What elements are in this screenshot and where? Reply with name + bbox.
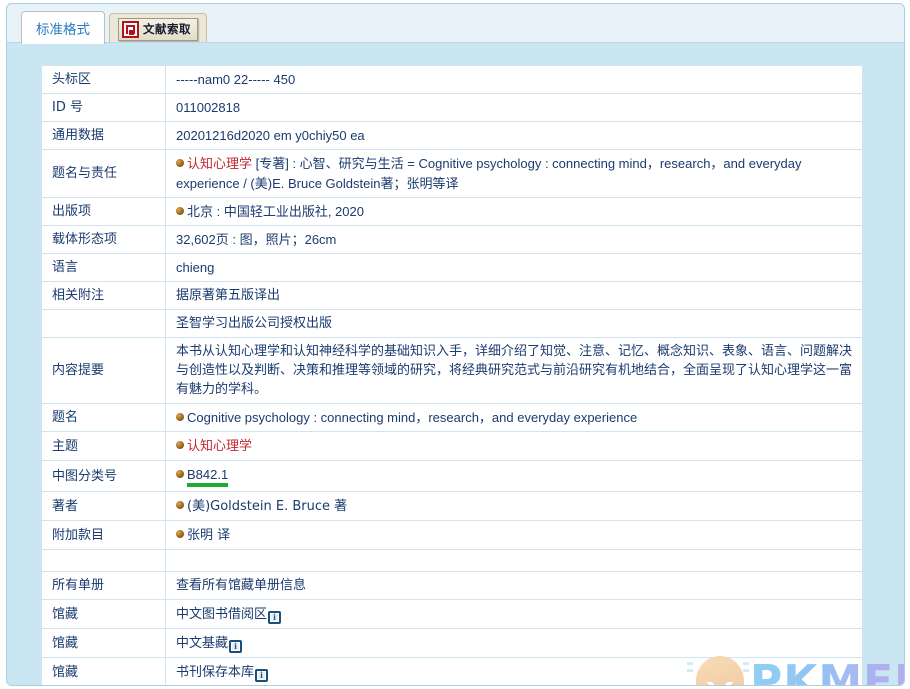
subject-link[interactable]: 认知心理学: [187, 439, 252, 454]
info-icon[interactable]: i: [255, 669, 269, 682]
row-value-title: Cognitive psychology : connecting mind，r…: [165, 403, 863, 432]
row-value-text: [专著] : 心智、研究与生活 = Cognitive psychology :…: [176, 156, 802, 191]
table-row: 馆藏 中文基藏 i: [41, 628, 863, 658]
row-label: 载体形态项: [41, 225, 166, 254]
row-label: 所有单册: [41, 571, 166, 600]
row-value-title-responsibility: 认知心理学 [专著] : 心智、研究与生活 = Cognitive psycho…: [165, 149, 863, 198]
row-value-classification: B842.1: [165, 460, 863, 492]
tab-document-request[interactable]: 文献索取: [109, 13, 207, 44]
classification-number-highlighted: B842.1: [187, 467, 229, 487]
row-value-added-entry: 张明 译: [165, 520, 863, 550]
table-row: 相关附注 据原著第五版译出: [41, 281, 863, 310]
row-label: 题名与责任: [41, 149, 166, 198]
row-label: 通用数据: [41, 121, 166, 150]
row-value: 011002818: [165, 93, 863, 122]
row-label: 馆藏: [41, 628, 166, 658]
row-label: 中图分类号: [41, 460, 166, 492]
tab-standard-format-label: 标准格式: [36, 22, 90, 38]
bibliographic-record-table: 头标区 -----nam0 22----- 450 ID 号 011002818…: [41, 65, 863, 685]
holding-location-label: 中文基藏: [176, 636, 229, 651]
table-row: 中图分类号 B842.1: [41, 460, 863, 492]
table-row-empty: [41, 549, 863, 572]
row-label: 著者: [41, 491, 166, 521]
row-value: 据原著第五版译出: [165, 281, 863, 310]
format-tab-bar: 标准格式 文献索取: [21, 9, 207, 44]
table-row: 著者 (美)Goldstein E. Bruce 著: [41, 491, 863, 521]
table-row: 附加款目 张明 译: [41, 520, 863, 550]
record-bullet-icon: [176, 470, 184, 478]
document-request-button[interactable]: 文献索取: [118, 17, 198, 41]
holding-location-label: 中文图书借阅区: [176, 607, 268, 622]
record-bullet-icon: [176, 413, 184, 421]
table-row: 题名 Cognitive psychology : connecting min…: [41, 403, 863, 432]
row-label: 出版项: [41, 197, 166, 226]
record-bullet-icon: [176, 441, 184, 449]
info-icon[interactable]: i: [229, 640, 243, 653]
record-bullet-icon: [176, 207, 184, 215]
opac-record-page: 标准格式 文献索取 头标区 -----nam0 22----- 450 ID 号…: [6, 3, 905, 686]
row-label: [41, 309, 166, 338]
row-value: [165, 549, 863, 572]
table-row: 头标区 -----nam0 22----- 450: [41, 65, 863, 94]
table-row: 所有单册 查看所有馆藏单册信息: [41, 571, 863, 600]
row-label: 相关附注: [41, 281, 166, 310]
row-label: 题名: [41, 403, 166, 432]
record-content-area: 头标区 -----nam0 22----- 450 ID 号 011002818…: [7, 42, 904, 685]
row-label: 附加款目: [41, 520, 166, 550]
table-row: 语言 chieng: [41, 253, 863, 282]
row-value-text: (美)Goldstein E. Bruce 著: [187, 499, 348, 514]
record-bullet-icon: [176, 501, 184, 509]
info-icon[interactable]: i: [268, 611, 282, 624]
row-label: ID 号: [41, 93, 166, 122]
red-seal-icon: [122, 20, 139, 38]
row-value-text: Cognitive psychology : connecting mind，r…: [187, 410, 638, 425]
row-label: 主题: [41, 431, 166, 461]
row-label: 馆藏: [41, 657, 166, 685]
row-value-holding: 中文基藏 i: [165, 628, 863, 658]
row-label: 头标区: [41, 65, 166, 94]
table-row: 主题 认知心理学: [41, 431, 863, 461]
row-value-text: 北京 : 中国轻工业出版社, 2020: [187, 204, 364, 219]
row-label: [41, 549, 166, 572]
row-value-publication: 北京 : 中国轻工业出版社, 2020: [165, 197, 863, 226]
table-row: 通用数据 20201216d2020 em y0chiy50 ea: [41, 121, 863, 150]
view-all-holdings-link[interactable]: 查看所有馆藏单册信息: [165, 571, 863, 600]
table-row: ID 号 011002818: [41, 93, 863, 122]
table-row: 圣智学习出版公司授权出版: [41, 309, 863, 338]
table-row: 题名与责任 认知心理学 [专著] : 心智、研究与生活 = Cognitive …: [41, 149, 863, 198]
holding-location-label: 书刊保存本库: [176, 665, 255, 680]
table-row: 馆藏 中文图书借阅区 i: [41, 599, 863, 629]
row-value-holding: 中文图书借阅区 i: [165, 599, 863, 629]
row-value: 20201216d2020 em y0chiy50 ea: [165, 121, 863, 150]
row-value-summary: 本书从认知心理学和认知神经科学的基础知识入手，详细介绍了知觉、注意、记忆、概念知…: [165, 337, 863, 404]
row-label: 馆藏: [41, 599, 166, 629]
row-value-text: 张明 译: [187, 528, 231, 543]
table-row: 出版项 北京 : 中国轻工业出版社, 2020: [41, 197, 863, 226]
tab-standard-format[interactable]: 标准格式: [21, 11, 105, 44]
row-value-author: (美)Goldstein E. Bruce 著: [165, 491, 863, 521]
row-value-holding: 书刊保存本库 i: [165, 657, 863, 685]
row-value: -----nam0 22----- 450: [165, 65, 863, 94]
row-value: 圣智学习出版公司授权出版: [165, 309, 863, 338]
row-value: 32,602页 : 图，照片；26cm: [165, 225, 863, 254]
table-row: 内容提要 本书从认知心理学和认知神经科学的基础知识入手，详细介绍了知觉、注意、记…: [41, 337, 863, 404]
table-row: 馆藏 书刊保存本库 i: [41, 657, 863, 685]
row-value: chieng: [165, 253, 863, 282]
tab-document-request-label: 文献索取: [143, 22, 191, 36]
subject-link[interactable]: 认知心理学: [187, 157, 252, 172]
row-value-subject: 认知心理学: [165, 431, 863, 461]
record-bullet-icon: [176, 159, 184, 167]
record-bullet-icon: [176, 530, 184, 538]
row-label: 语言: [41, 253, 166, 282]
row-label: 内容提要: [41, 337, 166, 404]
table-row: 载体形态项 32,602页 : 图，照片；26cm: [41, 225, 863, 254]
